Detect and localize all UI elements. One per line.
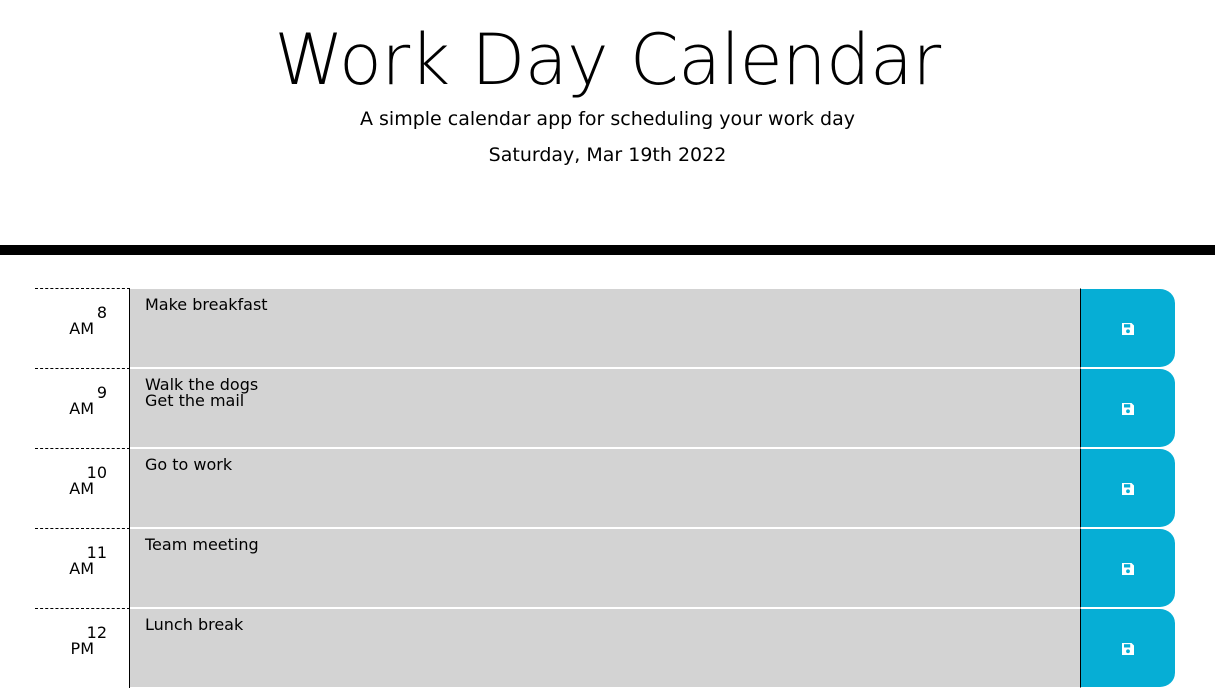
save-button[interactable] bbox=[1080, 448, 1175, 528]
save-button[interactable] bbox=[1080, 608, 1175, 688]
hour-period: AM bbox=[69, 399, 94, 418]
floppy-disk-icon bbox=[1122, 403, 1134, 415]
hour-label: 8 AM bbox=[35, 288, 130, 368]
hour-period: AM bbox=[69, 559, 94, 578]
hour-period: AM bbox=[69, 479, 94, 498]
hour-label: 10 AM bbox=[35, 448, 130, 528]
save-button[interactable] bbox=[1080, 368, 1175, 448]
description-textarea[interactable]: Team meeting bbox=[130, 528, 1080, 608]
time-block-9am: 9 AM Walk the dogs Get the mail bbox=[35, 368, 1175, 448]
description-textarea[interactable]: Make breakfast bbox=[130, 288, 1080, 368]
description-textarea[interactable]: Lunch break bbox=[130, 608, 1080, 688]
time-block-11am: 11 AM Team meeting bbox=[35, 528, 1175, 608]
time-blocks: 8 AM Make breakfast 9 AM Walk the dogs G… bbox=[35, 288, 1175, 688]
time-block-12pm: 12 PM Lunch break bbox=[35, 608, 1175, 688]
floppy-disk-icon bbox=[1122, 563, 1134, 575]
save-button[interactable] bbox=[1080, 288, 1175, 368]
hour-number: 9 bbox=[96, 383, 107, 402]
hour-period: AM bbox=[69, 319, 94, 338]
hour-label: 12 PM bbox=[35, 608, 130, 688]
page-title: Work Day Calendar bbox=[274, 19, 941, 101]
floppy-disk-icon bbox=[1122, 483, 1134, 495]
current-day: Saturday, Mar 19th 2022 bbox=[488, 144, 727, 166]
page-subtitle: A simple calendar app for scheduling you… bbox=[359, 108, 856, 130]
hour-label: 11 AM bbox=[35, 528, 130, 608]
time-block-10am: 10 AM Go to work bbox=[35, 448, 1175, 528]
hour-label: 9 AM bbox=[35, 368, 130, 448]
hour-number: 8 bbox=[96, 303, 107, 322]
time-block-8am: 8 AM Make breakfast bbox=[35, 288, 1175, 368]
hour-period: PM bbox=[70, 639, 94, 658]
floppy-disk-icon bbox=[1122, 323, 1134, 335]
description-textarea[interactable]: Go to work bbox=[130, 448, 1080, 528]
save-button[interactable] bbox=[1080, 528, 1175, 608]
floppy-disk-icon bbox=[1122, 643, 1134, 655]
description-textarea[interactable]: Walk the dogs Get the mail bbox=[130, 368, 1080, 448]
header: Work Day Calendar A simple calendar app … bbox=[0, 0, 1215, 245]
header-divider bbox=[0, 245, 1215, 255]
